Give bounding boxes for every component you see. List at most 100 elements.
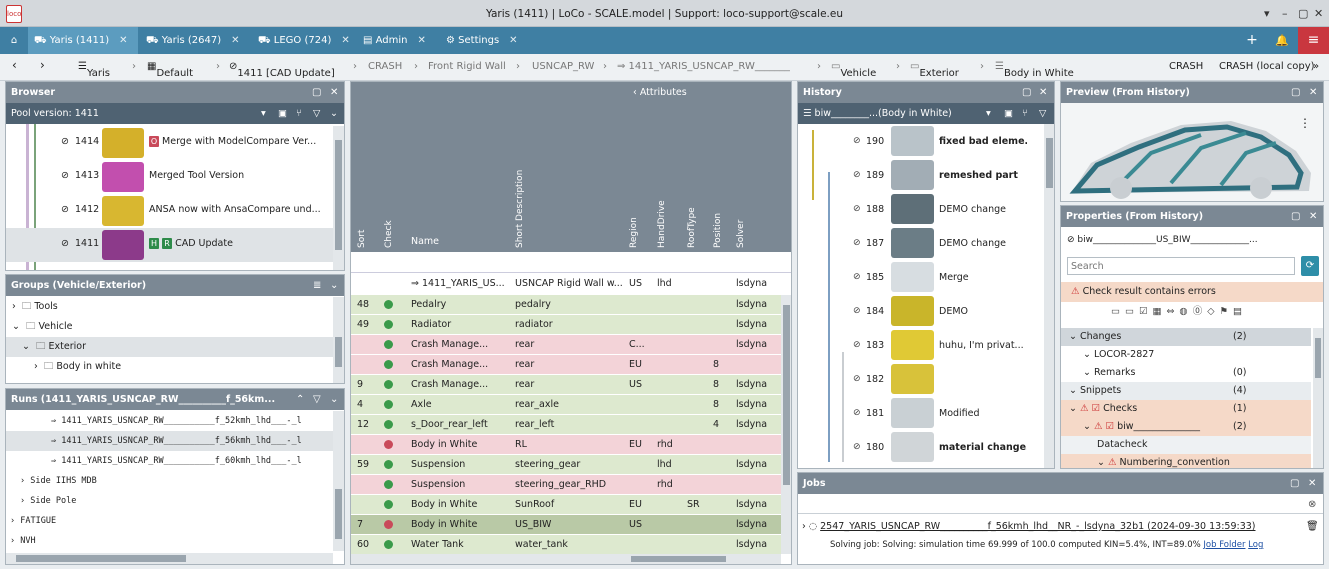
- tab-yaris-1411[interactable]: ⛟ Yaris (1411) ✕: [28, 27, 138, 54]
- table-row[interactable]: Suspension steering_gear_RHD rhd: [351, 475, 781, 495]
- crumb-usncap[interactable]: USNCAP_RW: [532, 61, 594, 72]
- expand-icon[interactable]: ⌄: [1083, 349, 1094, 360]
- tree-item-vehicle[interactable]: ⌄ 🗀 Vehicle: [6, 317, 344, 337]
- log-link[interactable]: Log: [1248, 540, 1263, 550]
- column-short-description[interactable]: Short Description: [515, 82, 525, 252]
- tree-item-exterior[interactable]: ⌄ 🗀 Exterior: [6, 337, 344, 357]
- maximize-panel-icon[interactable]: ▢: [1290, 473, 1299, 494]
- scroll-thumb[interactable]: [631, 556, 726, 562]
- tab-admin[interactable]: ▤ Admin ✕: [357, 27, 437, 54]
- window-min-icon[interactable]: –: [1282, 7, 1288, 20]
- image-icon[interactable]: ▣: [1004, 103, 1013, 124]
- expand-icon[interactable]: ⌄: [1083, 421, 1094, 432]
- close-panel-icon[interactable]: ✕: [330, 82, 338, 103]
- column-solver[interactable]: Solver: [736, 82, 746, 252]
- delete-job-icon[interactable]: 🗑: [1306, 521, 1319, 532]
- history-item[interactable]: ⊘ 183 huhu, I'm privat...: [798, 328, 1042, 362]
- table-row[interactable]: 9 Crash Manage... rear US 8 lsdyna: [351, 375, 781, 395]
- crumb-exterior[interactable]: ▭ Exterior: [910, 61, 959, 79]
- branch-icon[interactable]: ⑂: [296, 103, 302, 124]
- history-item[interactable]: ⊘ 180 material change...: [798, 430, 1042, 464]
- column-check[interactable]: Check: [384, 82, 394, 252]
- refresh-icon[interactable]: ⟳: [1301, 256, 1319, 276]
- crumb-project[interactable]: ☰ Yaris: [78, 61, 110, 79]
- more-options-icon[interactable]: ⋮: [1299, 116, 1311, 130]
- properties-toolbar[interactable]: ▭▭☑▦⇔◍⓪◇⚑▤: [1061, 302, 1323, 322]
- table-row[interactable]: Crash Manage... rear EU 8: [351, 355, 781, 375]
- scrollbar[interactable]: [333, 297, 344, 383]
- close-panel-icon[interactable]: ✕: [1308, 473, 1316, 494]
- expand-icon[interactable]: ⌄: [1069, 331, 1080, 342]
- filter-icon[interactable]: ▽: [313, 389, 321, 410]
- crumb-loadcase[interactable]: CRASH: [1169, 61, 1203, 72]
- list-icon[interactable]: ≣: [313, 275, 321, 296]
- tab-lego[interactable]: ⛟ LEGO (724) ✕: [252, 27, 357, 54]
- expand-icon[interactable]: ⌄: [1069, 403, 1080, 414]
- job-item[interactable]: › ◌ 2547_YARIS_USNCAP_RW__________f_56km…: [798, 517, 1323, 537]
- property-row[interactable]: ⌄ Changes (2): [1061, 328, 1311, 346]
- filter-icon[interactable]: ▽: [313, 103, 320, 124]
- column-rooftype[interactable]: RoofType: [687, 82, 697, 252]
- scrollbar[interactable]: [1313, 328, 1323, 468]
- scroll-thumb[interactable]: [335, 489, 342, 539]
- close-tab-icon[interactable]: ✕: [231, 35, 239, 46]
- crumb-crash[interactable]: CRASH: [368, 61, 402, 72]
- image-icon[interactable]: ▣: [278, 103, 287, 124]
- crumb-front-rigid-wall[interactable]: Front Rigid Wall: [428, 61, 506, 72]
- expand-icon[interactable]: ⌃: [296, 389, 304, 410]
- history-item[interactable]: ⊘ 181 Modified: [798, 396, 1042, 430]
- home-icon[interactable]: ⌂: [0, 27, 28, 54]
- expand-icon[interactable]: ⌄: [1069, 385, 1080, 396]
- scroll-thumb[interactable]: [335, 337, 342, 367]
- dropdown-icon[interactable]: ▾: [986, 103, 991, 124]
- close-tab-icon[interactable]: ✕: [119, 35, 127, 46]
- column-region[interactable]: Region: [629, 82, 639, 252]
- list-item[interactable]: ⊘ 1412 ANSA now with AnsaCompare und...: [6, 194, 344, 228]
- run-group[interactable]: › NVH: [6, 531, 344, 551]
- property-row[interactable]: ⌄ Remarks (0): [1061, 364, 1311, 382]
- history-item[interactable]: ⊘ 184 DEMO: [798, 294, 1042, 328]
- scroll-thumb[interactable]: [1315, 338, 1321, 378]
- maximize-panel-icon[interactable]: ▢: [1291, 206, 1300, 227]
- maximize-panel-icon[interactable]: ▢: [1022, 82, 1031, 103]
- close-tab-icon[interactable]: ✕: [418, 35, 426, 46]
- tree-item-tools[interactable]: › 🗀 Tools: [6, 297, 344, 317]
- list-item[interactable]: ⊘ 1414 O Merge with ModelCompare Ver...: [6, 126, 344, 160]
- h-scrollbar[interactable]: [6, 553, 333, 564]
- table-row[interactable]: 7 Body in White US_BIW US lsdyna: [351, 515, 781, 535]
- attributes-header[interactable]: ‹ Attributes: [623, 82, 791, 103]
- maximize-panel-icon[interactable]: ▢: [312, 82, 321, 103]
- history-filter[interactable]: ☰ biw________...(Body in White) ▾ ▣ ⑂ ▽: [798, 103, 1054, 124]
- history-item[interactable]: ⊘ 182: [798, 362, 1042, 396]
- run-group[interactable]: › Side Pole: [6, 491, 344, 511]
- maximize-icon[interactable]: ▢: [1298, 7, 1308, 20]
- run-item[interactable]: ⇒ 1411_YARIS_USNCAP_RW__________f_60kmh_…: [6, 451, 344, 471]
- dropdown-icon[interactable]: ▾: [261, 103, 266, 124]
- table-row[interactable]: 12 s_Door_rear_left rear_left 4 lsdyna: [351, 415, 781, 435]
- crumb-version[interactable]: ⊘ 1411 [CAD Update]: [229, 61, 335, 79]
- more-icon[interactable]: »: [1313, 61, 1319, 72]
- scrollbar[interactable]: [1044, 124, 1054, 468]
- table-row[interactable]: 60 Water Tank water_tank lsdyna: [351, 535, 781, 555]
- filter-input-row[interactable]: [351, 252, 791, 273]
- clear-jobs-icon[interactable]: ⊗: [1308, 499, 1316, 510]
- close-panel-icon[interactable]: ✕: [1039, 82, 1047, 103]
- scroll-thumb[interactable]: [335, 140, 342, 250]
- menu-icon[interactable]: ≡: [1298, 27, 1329, 54]
- add-tab-icon[interactable]: +: [1240, 27, 1264, 54]
- property-row[interactable]: ⌄ ⚠ ☑ Checks (1): [1061, 400, 1311, 418]
- tab-yaris-2647[interactable]: ⛟ Yaris (2647) ✕: [140, 27, 250, 54]
- property-row[interactable]: Datacheck: [1061, 436, 1311, 454]
- property-row[interactable]: ⌄ LOCOR-2827: [1061, 346, 1311, 364]
- list-item-selected[interactable]: ⊘ 1411 H R CAD Update: [6, 228, 344, 262]
- forward-icon[interactable]: ›: [40, 58, 45, 72]
- filter-icon[interactable]: ▽: [1039, 103, 1046, 124]
- expand-icon[interactable]: ⌄: [1083, 367, 1094, 378]
- collapse-icon[interactable]: ⌄: [330, 389, 338, 410]
- job-folder-link[interactable]: Job Folder: [1203, 540, 1245, 550]
- run-item[interactable]: ⇒ 1411_YARIS_USNCAP_RW__________f_52kmh_…: [6, 411, 344, 431]
- branch-icon[interactable]: ⑂: [1022, 103, 1028, 124]
- property-row[interactable]: ⌄ ⚠ Numbering_convention: [1061, 454, 1311, 468]
- table-row[interactable]: 48 Pedalry pedalry lsdyna: [351, 295, 781, 315]
- column-position[interactable]: Position: [713, 82, 723, 252]
